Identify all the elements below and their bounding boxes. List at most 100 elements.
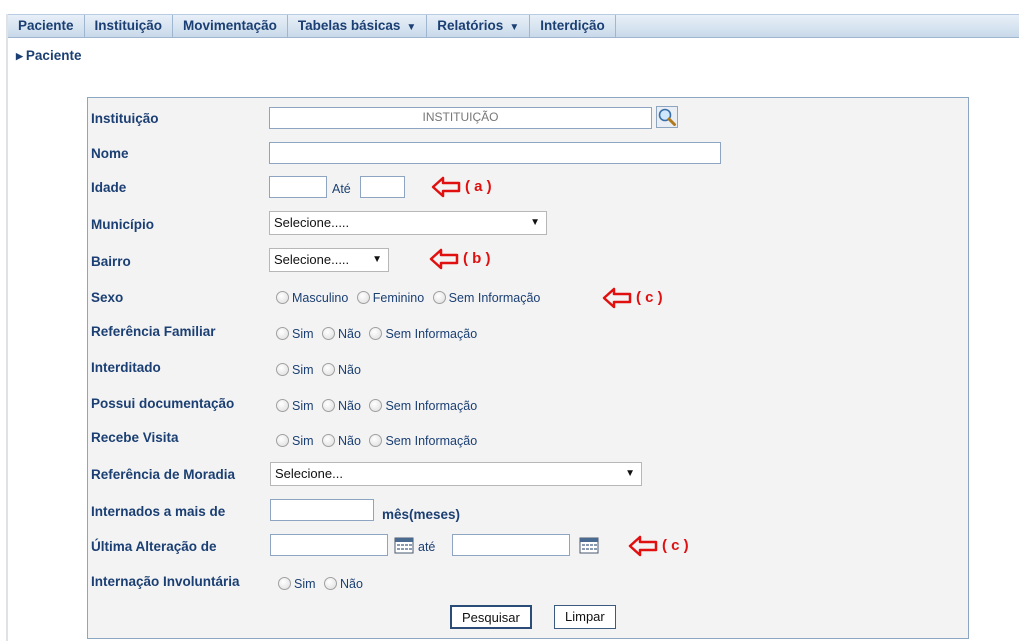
radio-button[interactable] [356, 291, 370, 304]
idade-min-input[interactable] [269, 176, 327, 198]
annotation-a: ( a ) [431, 176, 492, 198]
option-label: Sim [292, 363, 314, 377]
dropdown-arrow-icon: ▼ [625, 468, 635, 479]
radio-button[interactable] [276, 399, 289, 412]
idade-ate-label: Até [332, 182, 351, 196]
menu-label: Instituição [94, 18, 163, 33]
instituicao-label: Instituição [91, 111, 159, 126]
pesquisar-button[interactable]: Pesquisar [450, 605, 532, 629]
documentacao-option-sem-informacao[interactable]: Sem Informação [369, 399, 477, 413]
breadcrumb-label: Paciente [25, 48, 82, 63]
internados-input[interactable] [270, 499, 374, 521]
breadcrumb: ▶ Paciente [16, 48, 81, 63]
option-label: Sem Informação [385, 399, 478, 413]
sexo-label: Sexo [91, 290, 124, 305]
option-label: Não [338, 363, 361, 377]
idade-max-input[interactable] [360, 176, 405, 198]
ref-familiar-radio-group: Sim Não Sem Informação [276, 327, 482, 341]
triangle-right-icon: ▶ [16, 51, 23, 61]
magnifier-icon[interactable] [656, 106, 678, 128]
annotation-c2: ( c ) [628, 535, 689, 557]
menu-relatorios[interactable]: Relatórios ▼ [427, 15, 531, 37]
limpar-button[interactable]: Limpar [554, 605, 616, 629]
bairro-label: Bairro [91, 254, 131, 269]
radio-button[interactable] [276, 291, 289, 304]
annotation-c1-label: ( c ) [636, 288, 663, 306]
municipio-label: Município [91, 217, 154, 232]
sexo-option-feminino[interactable]: Feminino [356, 291, 425, 305]
visita-option-sem-informacao[interactable]: Sem Informação [369, 434, 477, 448]
main-menu: Paciente Instituição Movimentação Tabela… [8, 14, 1019, 38]
documentacao-option-nao[interactable]: Não [322, 399, 361, 413]
moradia-value: Selecione... [275, 466, 343, 481]
interditado-option-sim[interactable]: Sim [276, 363, 314, 377]
left-border [6, 14, 8, 641]
idade-label: Idade [91, 180, 127, 195]
calendar-icon[interactable] [578, 534, 600, 556]
menu-tabelas-basicas[interactable]: Tabelas básicas ▼ [288, 15, 428, 37]
radio-button[interactable] [278, 577, 291, 590]
calendar-icon[interactable] [393, 534, 415, 556]
documentacao-label: Possui documentação [91, 396, 235, 411]
nome-input[interactable] [269, 142, 721, 164]
interditado-option-nao[interactable]: Não [322, 363, 361, 377]
internados-unit: mês(meses) [382, 507, 461, 522]
ref-familiar-option-nao[interactable]: Não [322, 327, 361, 341]
menu-label: Movimentação [183, 18, 277, 33]
sexo-option-masculino[interactable]: Masculino [276, 291, 348, 305]
involuntaria-option-sim[interactable]: Sim [278, 577, 316, 591]
ultima-de-input[interactable] [270, 534, 388, 556]
visita-radio-group: Sim Não Sem Informação [276, 434, 482, 448]
radio-button[interactable] [369, 327, 383, 340]
option-label: Não [338, 399, 361, 413]
bairro-value: Selecione..... [274, 252, 350, 267]
visita-label: Recebe Visita [91, 430, 179, 445]
visita-option-nao[interactable]: Não [322, 434, 361, 448]
red-arrow-left-icon [602, 287, 632, 309]
ultima-ate-label: até [418, 540, 436, 554]
red-arrow-left-icon [429, 248, 459, 270]
radio-button[interactable] [324, 577, 338, 590]
bairro-select[interactable]: Selecione..... ▼ [269, 248, 389, 272]
top-strip [0, 0, 1019, 8]
menu-instituicao[interactable]: Instituição [85, 15, 174, 37]
radio-button[interactable] [322, 434, 336, 447]
involuntaria-radio-group: Sim Não [278, 577, 368, 591]
radio-button[interactable] [432, 291, 446, 304]
ultima-ate-input[interactable] [452, 534, 570, 556]
documentacao-option-sim[interactable]: Sim [276, 399, 314, 413]
radio-button[interactable] [322, 327, 336, 340]
option-label: Masculino [292, 291, 349, 305]
option-label: Sem Informação [448, 291, 541, 305]
municipio-select[interactable]: Selecione..... ▼ [269, 211, 547, 235]
involuntaria-option-nao[interactable]: Não [324, 577, 363, 591]
radio-button[interactable] [322, 399, 336, 412]
menu-label: Tabelas básicas [297, 18, 401, 33]
interditado-label: Interditado [91, 360, 161, 375]
moradia-select[interactable]: Selecione... ▼ [270, 462, 642, 486]
menu-movimentacao[interactable]: Movimentação [173, 15, 288, 37]
radio-button[interactable] [322, 363, 336, 376]
menu-paciente[interactable]: Paciente [8, 15, 85, 37]
ref-familiar-option-sem-informacao[interactable]: Sem Informação [369, 327, 477, 341]
menu-label: Interdição [540, 18, 605, 33]
option-label: Não [338, 434, 361, 448]
annotation-c1: ( c ) [602, 287, 663, 309]
annotation-b-label: ( b ) [463, 249, 491, 267]
radio-button[interactable] [276, 327, 289, 340]
option-label: Não [340, 577, 363, 591]
sexo-option-sem-informacao[interactable]: Sem Informação [432, 291, 541, 305]
option-label: Feminino [372, 291, 425, 305]
radio-button[interactable] [276, 363, 289, 376]
ref-familiar-label: Referência Familiar [91, 324, 216, 339]
radio-button[interactable] [369, 399, 383, 412]
menu-interdicao[interactable]: Interdição [530, 15, 616, 37]
visita-option-sim[interactable]: Sim [276, 434, 314, 448]
option-label: Sim [292, 327, 314, 341]
radio-button[interactable] [369, 434, 383, 447]
radio-button[interactable] [276, 434, 289, 447]
ref-familiar-option-sim[interactable]: Sim [276, 327, 314, 341]
interditado-radio-group: Sim Não [276, 363, 366, 377]
involuntaria-label: Internação Involuntária [91, 574, 240, 589]
instituicao-placeholder: INSTITUIÇÃO [422, 110, 499, 124]
